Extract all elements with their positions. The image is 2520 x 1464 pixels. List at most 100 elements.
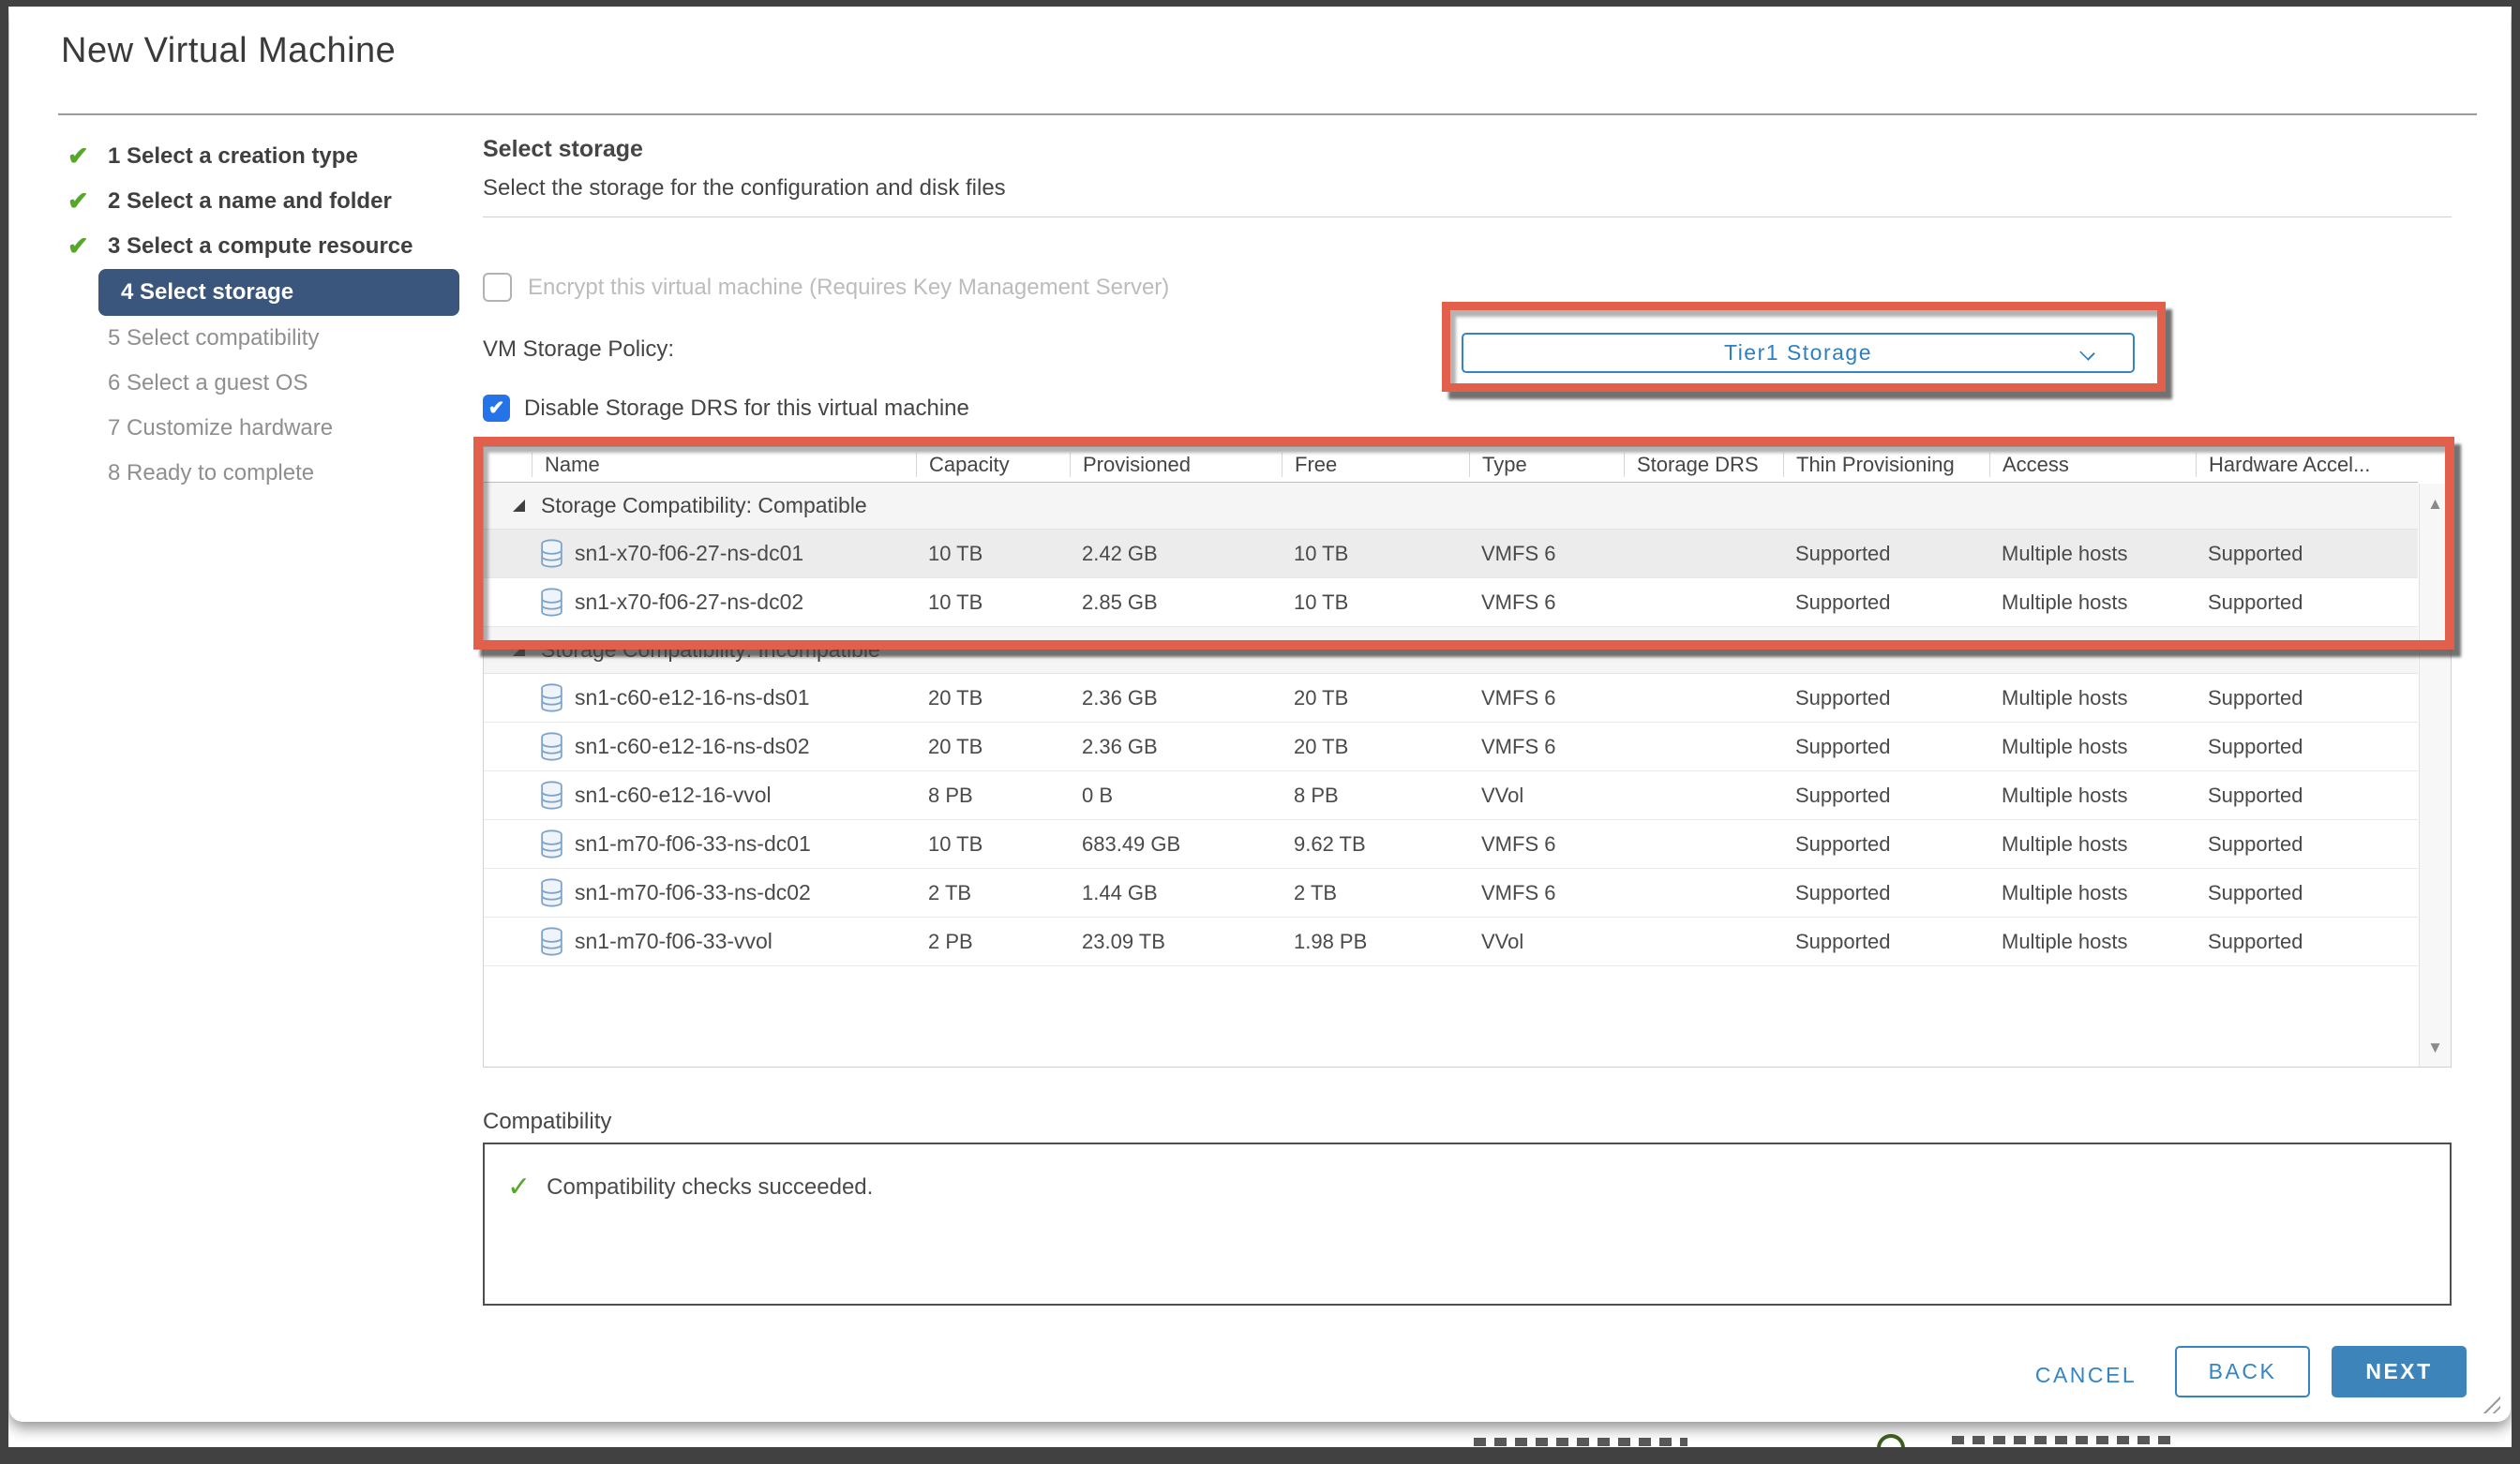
wizard-step-4[interactable]: 4 Select storage — [66, 269, 469, 316]
cell-thin-provisioning: Supported — [1783, 686, 1989, 710]
background-page-fragment — [1474, 1438, 1688, 1446]
cell-type: VMFS 6 — [1469, 735, 1624, 759]
wizard-step-1[interactable]: ✔1 Select a creation type — [66, 134, 469, 179]
column-header-thin-provisioning[interactable]: Thin Provisioning — [1783, 453, 1989, 477]
datastore-row[interactable]: sn1-m70-f06-33-ns-dc0110 TB683.49 GB9.62… — [484, 820, 2418, 869]
vm-storage-policy-select[interactable]: Tier1 Storage — [1462, 333, 2135, 373]
column-header-free[interactable]: Free — [1282, 453, 1469, 477]
cell-hardware-accel: Supported — [2196, 735, 2418, 759]
datastore-name: sn1-x70-f06-27-ns-dc01 — [575, 541, 803, 566]
disable-drs-label: Disable Storage DRS for this virtual mac… — [524, 396, 969, 422]
window-frame-bottom — [0, 1447, 2520, 1464]
storage-compatibility-group[interactable]: Storage Compatibility: Incompatible — [484, 627, 2418, 674]
scroll-down-icon[interactable]: ▼ — [2420, 1038, 2451, 1057]
cell-type: VVol — [1469, 930, 1624, 954]
encrypt-vm-checkbox[interactable] — [483, 273, 512, 302]
cell-hardware-accel: Supported — [2196, 590, 2418, 615]
datastore-row[interactable]: sn1-c60-e12-16-vvol8 PB0 B8 PBVVolSuppor… — [484, 771, 2418, 820]
datastore-icon — [539, 829, 564, 859]
back-button[interactable]: BACK — [2175, 1346, 2310, 1397]
column-header-type[interactable]: Type — [1469, 453, 1624, 477]
wizard-step-7[interactable]: 7 Customize hardware — [66, 406, 469, 451]
cell-thin-provisioning: Supported — [1783, 735, 1989, 759]
cell-provisioned: 2.36 GB — [1070, 735, 1282, 759]
cancel-button[interactable]: CANCEL — [2016, 1356, 2156, 1394]
cell-thin-provisioning: Supported — [1783, 784, 1989, 808]
cell-capacity: 10 TB — [916, 832, 1070, 857]
cell-free: 20 TB — [1282, 735, 1469, 759]
cell-access: Multiple hosts — [1989, 590, 2196, 615]
cell-free: 9.62 TB — [1282, 832, 1469, 857]
compatibility-box: ✓ Compatibility checks succeeded. — [483, 1143, 2452, 1306]
cell-thin-provisioning: Supported — [1783, 930, 1989, 954]
cell-provisioned: 23.09 TB — [1070, 930, 1282, 954]
cell-free: 20 TB — [1282, 686, 1469, 710]
cell-thin-provisioning: Supported — [1783, 542, 1989, 566]
column-header-name[interactable]: Name — [532, 453, 916, 477]
encrypt-vm-row: Encrypt this virtual machine (Requires K… — [483, 273, 1169, 302]
disable-drs-row: ✔ Disable Storage DRS for this virtual m… — [483, 395, 969, 422]
datastore-table-header: NameCapacityProvisionedFreeTypeStorage D… — [484, 447, 2418, 483]
wizard-step-6[interactable]: 6 Select a guest OS — [66, 361, 469, 406]
wizard-step-5[interactable]: 5 Select compatibility — [66, 316, 469, 361]
column-header-selector[interactable] — [484, 453, 532, 477]
column-header-access[interactable]: Access — [1989, 453, 2196, 477]
compatibility-message-row: ✓ Compatibility checks succeeded. — [507, 1171, 873, 1203]
wizard-step-3[interactable]: ✔3 Select a compute resource — [66, 224, 469, 269]
datastore-name: sn1-c60-e12-16-ns-ds02 — [575, 734, 810, 759]
expand-triangle-icon — [513, 644, 525, 656]
column-header-capacity[interactable]: Capacity — [916, 453, 1070, 477]
cell-access: Multiple hosts — [1989, 784, 2196, 808]
expand-triangle-icon — [513, 500, 525, 512]
cell-type: VMFS 6 — [1469, 542, 1624, 566]
datastore-row[interactable]: sn1-c60-e12-16-ns-ds0120 TB2.36 GB20 TBV… — [484, 674, 2418, 723]
compatibility-label: Compatibility — [483, 1109, 611, 1135]
cell-provisioned: 0 B — [1070, 784, 1282, 808]
window-frame-top — [0, 0, 2520, 7]
datastore-row[interactable]: sn1-m70-f06-33-vvol2 PB23.09 TB1.98 PBVV… — [484, 918, 2418, 966]
resize-handle[interactable] — [2478, 1391, 2500, 1413]
datastore-name: sn1-m70-f06-33-ns-dc02 — [575, 880, 811, 905]
datastore-icon — [539, 683, 564, 712]
datastore-row[interactable]: sn1-x70-f06-27-ns-dc0110 TB2.42 GB10 TBV… — [484, 530, 2418, 578]
scroll-up-icon[interactable]: ▲ — [2420, 495, 2451, 514]
cell-access: Multiple hosts — [1989, 930, 2196, 954]
wizard-step-8[interactable]: 8 Ready to complete — [66, 451, 469, 496]
cell-capacity: 2 TB — [916, 881, 1070, 905]
datastore-name: sn1-c60-e12-16-vvol — [575, 783, 772, 808]
chevron-down-icon — [2079, 345, 2095, 361]
datastore-icon — [539, 927, 564, 956]
next-button[interactable]: NEXT — [2332, 1346, 2467, 1397]
cell-type: VMFS 6 — [1469, 832, 1624, 857]
datastore-name: sn1-x70-f06-27-ns-dc02 — [575, 590, 803, 615]
cell-capacity: 2 PB — [916, 930, 1070, 954]
cell-type: VMFS 6 — [1469, 881, 1624, 905]
datastore-row[interactable]: sn1-c60-e12-16-ns-ds0220 TB2.36 GB20 TBV… — [484, 723, 2418, 771]
datastore-row[interactable]: sn1-m70-f06-33-ns-dc022 TB1.44 GB2 TBVMF… — [484, 869, 2418, 918]
column-header-storage-drs[interactable]: Storage DRS — [1624, 453, 1783, 477]
cell-hardware-accel: Supported — [2196, 686, 2418, 710]
datastore-icon — [539, 781, 564, 810]
column-header-provisioned[interactable]: Provisioned — [1070, 453, 1282, 477]
background-page-fragment — [1952, 1436, 2175, 1444]
datastore-table: NameCapacityProvisionedFreeTypeStorage D… — [483, 446, 2452, 1068]
new-vm-dialog: New Virtual Machine ✔1 Select a creation… — [9, 7, 2511, 1422]
datastore-row[interactable]: sn1-x70-f06-27-ns-dc0210 TB2.85 GB10 TBV… — [484, 578, 2418, 627]
cell-access: Multiple hosts — [1989, 881, 2196, 905]
wizard-step-2[interactable]: ✔2 Select a name and folder — [66, 179, 469, 224]
cell-capacity: 8 PB — [916, 784, 1070, 808]
storage-compatibility-group[interactable]: Storage Compatibility: Compatible — [484, 483, 2418, 530]
cell-provisioned: 683.49 GB — [1070, 832, 1282, 857]
cell-access: Multiple hosts — [1989, 735, 2196, 759]
cell-access: Multiple hosts — [1989, 832, 2196, 857]
datastore-icon — [539, 732, 564, 761]
cell-free: 1.98 PB — [1282, 930, 1469, 954]
cell-type: VMFS 6 — [1469, 590, 1624, 615]
table-scrollbar[interactable]: ▲ ▼ — [2419, 484, 2451, 1067]
cell-capacity: 10 TB — [916, 590, 1070, 615]
column-header-hardware-accel[interactable]: Hardware Accel... — [2196, 453, 2418, 477]
disable-drs-checkbox[interactable]: ✔ — [483, 395, 510, 422]
datastore-icon — [539, 588, 564, 617]
cell-free: 2 TB — [1282, 881, 1469, 905]
cell-thin-provisioning: Supported — [1783, 590, 1989, 615]
